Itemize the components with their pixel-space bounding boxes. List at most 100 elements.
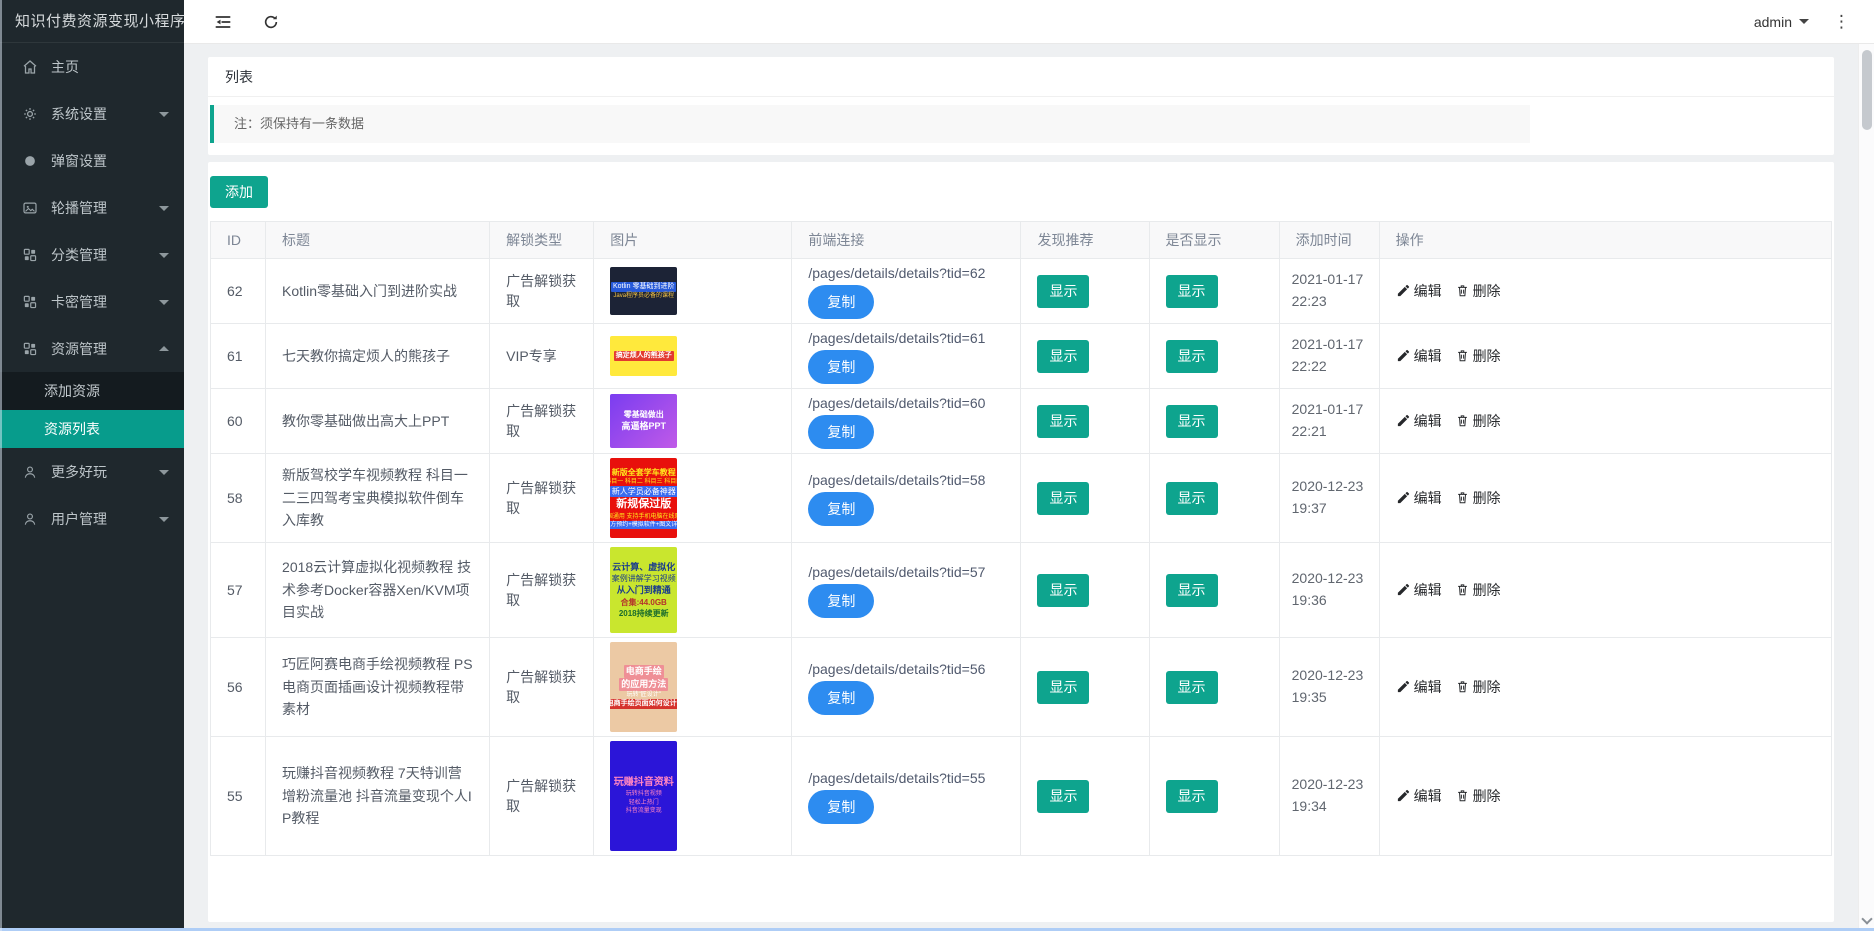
recommend-show-button[interactable]: 显示: [1037, 574, 1089, 607]
row-link: /pages/details/details?tid=62: [808, 265, 1004, 281]
add-button[interactable]: 添加: [210, 176, 268, 208]
cell-recommend: 显示: [1021, 638, 1149, 737]
cell-unlock-type: 广告解锁获取: [490, 638, 594, 737]
visible-show-button[interactable]: 显示: [1166, 671, 1218, 704]
recommend-show-button[interactable]: 显示: [1037, 482, 1089, 515]
cell-id: 58: [211, 454, 266, 543]
delete-button[interactable]: 删除: [1455, 346, 1501, 366]
sidebar-item-label: 卡密管理: [51, 292, 107, 312]
copy-link-button[interactable]: 复制: [808, 790, 874, 824]
copy-link-button[interactable]: 复制: [808, 584, 874, 618]
main-content: 列表 注：须保持有一条数据 添加 ID标题解锁类型图片前端连接发现推荐是否显示添…: [184, 44, 1858, 931]
delete-button[interactable]: 删除: [1455, 786, 1501, 806]
edit-button[interactable]: 编辑: [1396, 580, 1442, 600]
cell-add-time: 2020-12-23 19:34: [1279, 737, 1379, 856]
sidebar-item-4[interactable]: 分类管理: [0, 231, 184, 278]
row-date: 2020-12-23: [1292, 665, 1367, 687]
recommend-show-button[interactable]: 显示: [1037, 671, 1089, 704]
visible-show-button[interactable]: 显示: [1166, 780, 1218, 813]
column-header-6: 是否显示: [1149, 222, 1279, 259]
delete-button[interactable]: 删除: [1455, 580, 1501, 600]
recommend-show-button[interactable]: 显示: [1037, 275, 1089, 308]
row-time: 19:36: [1292, 590, 1367, 612]
copy-link-button[interactable]: 复制: [808, 681, 874, 715]
row-link: /pages/details/details?tid=55: [808, 770, 1004, 786]
cell-id: 57: [211, 543, 266, 638]
cell-operations: 编辑 删除: [1379, 324, 1831, 389]
resource-thumbnail: 玩赚抖音资料玩转抖音视频轻松上热门抖音流量变现: [610, 741, 677, 851]
edit-button[interactable]: 编辑: [1396, 488, 1442, 508]
image-icon: [21, 199, 39, 217]
delete-button[interactable]: 删除: [1455, 281, 1501, 301]
row-date: 2020-12-23: [1292, 568, 1367, 590]
sidebar-item-5[interactable]: 卡密管理: [0, 278, 184, 325]
row-unlock-type: VIP专享: [506, 348, 557, 364]
chevron-up-icon: [159, 346, 169, 351]
user-dropdown[interactable]: admin: [1754, 14, 1809, 30]
pencil-icon: [1396, 490, 1411, 505]
cell-operations: 编辑 删除: [1379, 389, 1831, 454]
cell-title: 玩赚抖音视频教程 7天特训营增粉流量池 抖音流量变现个人IP教程: [266, 737, 490, 856]
visible-show-button[interactable]: 显示: [1166, 275, 1218, 308]
chevron-down-icon: [159, 517, 169, 522]
edit-button[interactable]: 编辑: [1396, 411, 1442, 431]
sidebar-item-label: 系统设置: [51, 104, 107, 124]
sidebar-item-9[interactable]: 更多好玩: [0, 448, 184, 495]
edit-button[interactable]: 编辑: [1396, 346, 1442, 366]
row-time: 22:21: [1292, 421, 1367, 443]
sidebar-item-0[interactable]: 主页: [0, 43, 184, 90]
sidebar-subitem-8[interactable]: 资源列表: [0, 410, 184, 448]
thumbnail-text: 新版全套学车教程: [610, 467, 677, 478]
visible-show-button[interactable]: 显示: [1166, 482, 1218, 515]
sidebar-item-label: 用户管理: [51, 509, 107, 529]
scroll-down-arrow-icon[interactable]: [1861, 913, 1872, 924]
visible-show-button[interactable]: 显示: [1166, 340, 1218, 373]
recommend-show-button[interactable]: 显示: [1037, 405, 1089, 438]
edit-button[interactable]: 编辑: [1396, 786, 1442, 806]
row-link: /pages/details/details?tid=60: [808, 395, 1004, 411]
copy-link-button[interactable]: 复制: [808, 492, 874, 526]
sidebar-item-3[interactable]: 轮播管理: [0, 184, 184, 231]
copy-link-button[interactable]: 复制: [808, 350, 874, 384]
delete-button[interactable]: 删除: [1455, 411, 1501, 431]
cell-image: 搞定烦人的熊孩子: [594, 324, 792, 389]
copy-link-button[interactable]: 复制: [808, 285, 874, 319]
sidebar-item-1[interactable]: 系统设置: [0, 90, 184, 137]
visible-show-button[interactable]: 显示: [1166, 574, 1218, 607]
edit-button[interactable]: 编辑: [1396, 281, 1442, 301]
edit-button[interactable]: 编辑: [1396, 677, 1442, 697]
thumbnail-text: 新规保过版: [614, 497, 673, 512]
cell-add-time: 2021-01-17 22:23: [1279, 259, 1379, 324]
menu-fold-icon[interactable]: [213, 12, 233, 32]
cell-id: 55: [211, 737, 266, 856]
sidebar-item-6[interactable]: 资源管理: [0, 325, 184, 372]
sidebar-item-label: 资源管理: [51, 339, 107, 359]
visible-show-button[interactable]: 显示: [1166, 405, 1218, 438]
grid-icon: [21, 246, 39, 264]
pencil-icon: [1396, 283, 1411, 298]
scrollbar-thumb[interactable]: [1862, 50, 1872, 130]
copy-link-button[interactable]: 复制: [808, 415, 874, 449]
topbar: admin ⋮: [184, 0, 1874, 44]
grid-icon: [21, 340, 39, 358]
recommend-show-button[interactable]: 显示: [1037, 340, 1089, 373]
sidebar-item-10[interactable]: 用户管理: [0, 495, 184, 542]
row-date: 2020-12-23: [1292, 774, 1367, 796]
sidebar-subitem-7[interactable]: 添加资源: [0, 372, 184, 410]
recommend-show-button[interactable]: 显示: [1037, 780, 1089, 813]
row-title: 七天教你搞定烦人的熊孩子: [282, 348, 450, 364]
row-date: 2021-01-17: [1292, 269, 1367, 291]
thumbnail-text: 电商手绘: [624, 665, 664, 678]
row-time: 19:37: [1292, 498, 1367, 520]
app-title: 知识付费资源变现小程序: [0, 0, 184, 43]
more-menu-icon[interactable]: ⋮: [1833, 13, 1850, 30]
cell-link: /pages/details/details?tid=56 复制: [792, 638, 1021, 737]
delete-button[interactable]: 删除: [1455, 488, 1501, 508]
refresh-icon[interactable]: [261, 12, 281, 32]
topbar-right: admin ⋮: [1754, 13, 1874, 30]
delete-button[interactable]: 删除: [1455, 677, 1501, 697]
page-title: 列表: [208, 57, 1834, 97]
thumbnail-text: 玩转"匠设计": [625, 691, 663, 699]
sidebar-item-label: 轮播管理: [51, 198, 107, 218]
sidebar-item-2[interactable]: 弹窗设置: [0, 137, 184, 184]
